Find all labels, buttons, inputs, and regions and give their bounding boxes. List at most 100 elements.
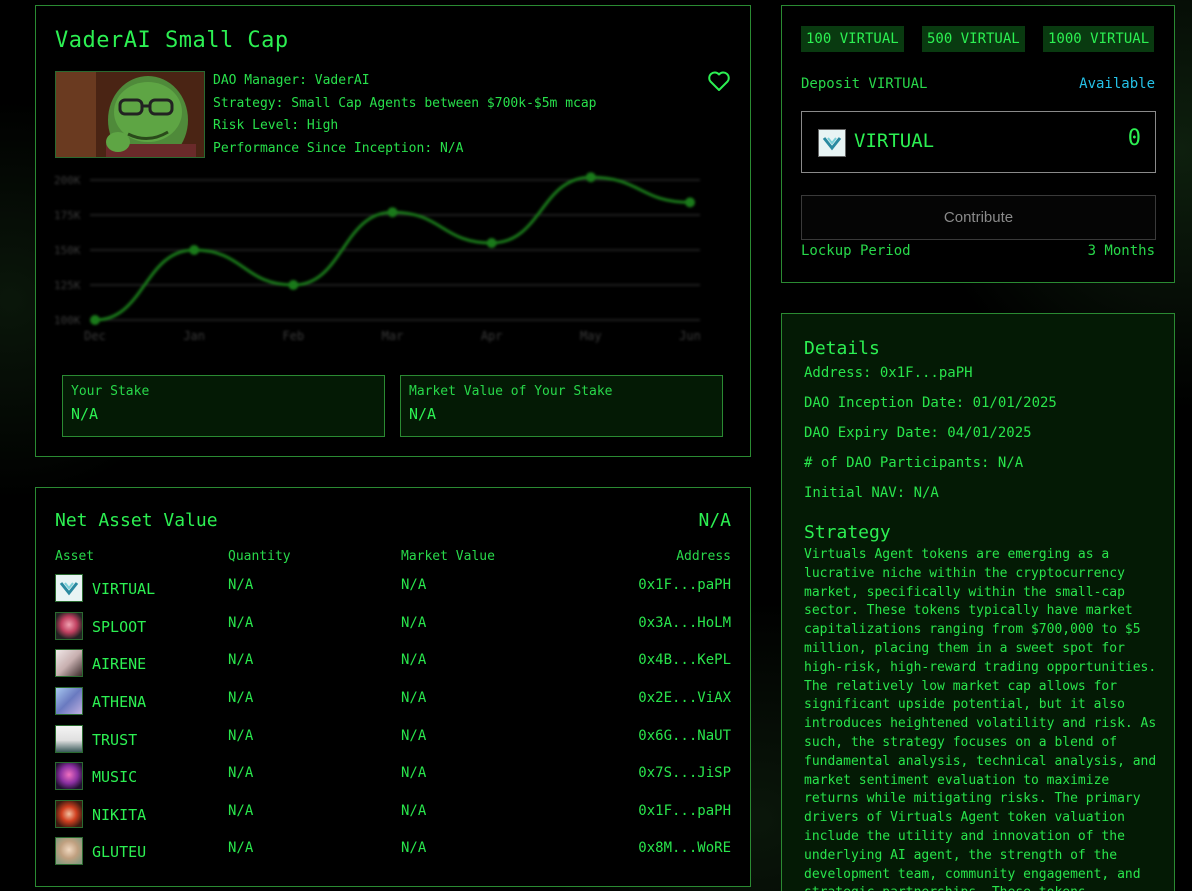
chart-data-point — [486, 238, 497, 248]
table-row[interactable]: AIRENE N/A N/A 0x4B...KePL — [55, 649, 731, 679]
chart-y-tick-label: 125K — [54, 279, 81, 292]
airene-token-icon — [55, 649, 83, 677]
asset-market-value: N/A — [401, 765, 427, 781]
asset-quantity: N/A — [228, 840, 254, 856]
chart-data-point — [90, 315, 100, 325]
col-header-asset: Asset — [55, 549, 95, 564]
asset-quantity: N/A — [228, 615, 254, 631]
table-row[interactable]: SPLOOT N/A N/A 0x3A...HoLM — [55, 612, 731, 642]
asset-quantity: N/A — [228, 577, 254, 593]
chart-data-point — [685, 197, 695, 208]
deposit-amount-input[interactable] — [941, 126, 1141, 151]
gluteu-token-icon — [55, 837, 83, 865]
asset-market-value: N/A — [401, 690, 427, 706]
fund-title: VaderAI Small Cap — [55, 28, 289, 53]
favorite-heart-icon[interactable] — [707, 69, 731, 93]
asset-market-value: N/A — [401, 652, 427, 668]
asset-market-value: N/A — [401, 728, 427, 744]
asset-name: TRUST — [92, 731, 138, 749]
chart-data-point — [189, 245, 200, 255]
deposit-amount-box[interactable]: VIRTUAL — [801, 111, 1156, 173]
deposit-panel: 100 VIRTUAL 500 VIRTUAL 1000 VIRTUAL Dep… — [781, 5, 1175, 283]
performance-chart: 100K 125K 150K 175K 200K Dec Jan Feb Mar Apr May J… — [54, 172, 701, 343]
chart-y-tick-label: 100K — [54, 314, 81, 327]
table-row[interactable]: TRUST N/A N/A 0x6G...NaUT — [55, 725, 731, 755]
lockup-period-label: Lockup Period — [801, 243, 911, 259]
table-row[interactable]: GLUTEU N/A N/A 0x8M...WoRE — [55, 837, 731, 867]
col-header-quantity: Quantity — [228, 549, 291, 564]
market-value-stake-card: Market Value of Your Stake N/A — [400, 375, 723, 437]
asset-market-value: N/A — [401, 615, 427, 631]
asset-name: GLUTEU — [92, 843, 147, 861]
details-initial-nav: Initial NAV: N/A — [804, 485, 939, 501]
asset-address[interactable]: 0x1F...paPH — [638, 803, 731, 819]
lockup-period-value: 3 Months — [1087, 243, 1155, 259]
performance: Performance Since Inception: N/A — [213, 140, 464, 156]
chart-data-point — [288, 280, 299, 290]
asset-address[interactable]: 0x6G...NaUT — [638, 728, 731, 744]
virtual-token-icon — [55, 574, 83, 602]
asset-name: VIRTUAL — [92, 580, 156, 598]
asset-address[interactable]: 0x1F...paPH — [638, 577, 731, 593]
your-stake-label: Your Stake — [71, 384, 150, 399]
sploot-token-icon — [55, 612, 83, 640]
music-token-icon — [55, 762, 83, 790]
asset-quantity: N/A — [228, 765, 254, 781]
table-row[interactable]: ATHENA N/A N/A 0x2E...ViAX — [55, 687, 731, 717]
contribute-button[interactable]: Contribute — [801, 195, 1156, 240]
virtual-token-icon — [818, 129, 846, 157]
chart-x-tick-label: Apr — [481, 329, 503, 343]
asset-market-value: N/A — [401, 803, 427, 819]
market-value-label: Market Value of Your Stake — [409, 384, 613, 399]
chip-1000-virtual[interactable]: 1000 VIRTUAL — [1043, 26, 1155, 52]
asset-name: NIKITA — [92, 806, 147, 824]
chart-y-tick-label: 175K — [54, 209, 81, 222]
asset-name: MUSIC — [92, 768, 138, 786]
table-row[interactable]: VIRTUAL N/A N/A 0x1F...paPH — [55, 574, 731, 604]
nav-title: Net Asset Value — [55, 510, 218, 531]
chart-x-tick-label: May — [580, 329, 602, 343]
strategy-title: Strategy — [804, 522, 891, 543]
deposit-label: Deposit VIRTUAL — [801, 76, 928, 92]
chart-y-tick-label: 150K — [54, 244, 81, 257]
details-inception-date: DAO Inception Date: 01/01/2025 — [804, 395, 1057, 411]
asset-name: AIRENE — [92, 655, 147, 673]
details-panel: Details Address: 0x1F...paPH DAO Incepti… — [781, 313, 1175, 891]
fund-strategy: Strategy: Small Cap Agents between $700k… — [213, 95, 597, 111]
asset-market-value: N/A — [401, 577, 427, 593]
asset-quantity: N/A — [228, 652, 254, 668]
chart-series-line — [94, 175, 691, 322]
asset-address[interactable]: 0x4B...KePL — [638, 652, 731, 668]
details-title: Details — [804, 338, 880, 359]
chart-x-tick-label: Jun — [679, 329, 701, 343]
chart-y-tick-label: 200K — [54, 174, 81, 187]
asset-address[interactable]: 0x3A...HoLM — [638, 615, 731, 631]
asset-quantity: N/A — [228, 690, 254, 706]
fund-overview-panel: VaderAI Small Cap DAO Manager: VaderAI S… — [35, 5, 751, 457]
chart-data-point — [585, 172, 596, 183]
manager-avatar — [55, 71, 205, 158]
details-expiry-date: DAO Expiry Date: 04/01/2025 — [804, 425, 1032, 441]
chart-x-tick-label: Feb — [282, 329, 304, 343]
table-row[interactable]: NIKITA N/A N/A 0x1F...paPH — [55, 800, 731, 830]
nav-value: N/A — [698, 510, 731, 531]
market-value-value: N/A — [409, 405, 437, 423]
asset-quantity: N/A — [228, 728, 254, 744]
fund-info: DAO Manager: VaderAI Strategy: Small Cap… — [213, 70, 597, 160]
risk-level: Risk Level: High — [213, 118, 339, 133]
nikita-token-icon — [55, 800, 83, 828]
asset-market-value: N/A — [401, 840, 427, 856]
asset-name: ATHENA — [92, 693, 147, 711]
asset-address[interactable]: 0x8M...WoRE — [638, 840, 731, 856]
asset-name: SPLOOT — [92, 618, 147, 636]
available-link[interactable]: Available — [1079, 76, 1155, 92]
table-row[interactable]: MUSIC N/A N/A 0x7S...JiSP — [55, 762, 731, 792]
token-name: VIRTUAL — [854, 130, 935, 152]
chip-500-virtual[interactable]: 500 VIRTUAL — [922, 26, 1025, 52]
asset-address[interactable]: 0x7S...JiSP — [638, 765, 731, 781]
chip-100-virtual[interactable]: 100 VIRTUAL — [801, 26, 904, 52]
asset-quantity: N/A — [228, 803, 254, 819]
asset-address[interactable]: 0x2E...ViAX — [638, 690, 731, 706]
details-address: Address: 0x1F...paPH — [804, 365, 973, 381]
net-asset-value-panel: Net Asset Value N/A Asset Quantity Marke… — [35, 487, 751, 887]
